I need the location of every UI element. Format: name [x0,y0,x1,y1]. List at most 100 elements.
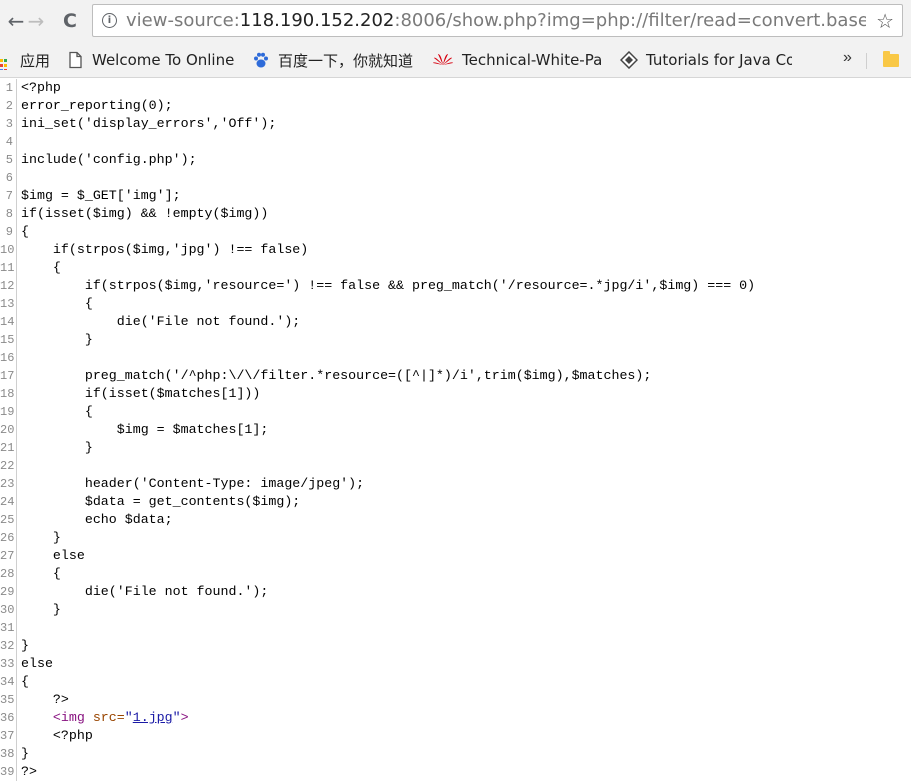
line-number: 18 [0,385,17,403]
line-content: $data = get_contents($img); [21,494,301,509]
line-number: 14 [0,313,17,331]
source-line: 27 else [0,547,911,565]
source-line: 36 <img src="1.jpg"> [0,709,911,727]
source-line: 38} [0,745,911,763]
baidu-paw-icon [252,51,270,69]
address-bar[interactable]: i view-source:118.190.152.202:8006/show.… [92,4,903,37]
line-number: 34 [0,673,17,691]
line-content: } [21,638,29,653]
source-line: 10 if(strpos($img,'jpg') !== false) [0,241,911,259]
source-line: 6 [0,169,911,187]
line-number: 31 [0,619,17,637]
line-content: else [21,548,85,563]
line-content: { [21,260,61,275]
line-number: 28 [0,565,17,583]
bookmark-apps[interactable]: 应用 [0,50,60,70]
source-line: 32} [0,637,911,655]
line-content: die('File not found.'); [21,314,301,329]
line-number: 38 [0,745,17,763]
line-number: 33 [0,655,17,673]
line-content: { [21,674,29,689]
line-number: 13 [0,295,17,313]
source-line: 24 $data = get_contents($img); [0,493,911,511]
bookmark-tutorials[interactable]: Tutorials for Java Co [620,50,792,70]
source-line: 13 { [0,295,911,313]
line-number: 20 [0,421,17,439]
bookmark-label: 百度一下，你就知道 [278,51,414,70]
attribute-quote: " [172,710,181,725]
line-content: } [21,440,93,455]
more-bookmarks-button[interactable]: » [843,49,852,67]
line-content: else [21,656,53,671]
source-line: 26 } [0,529,911,547]
browser-chrome: ← → C i view-source:118.190.152.202:8006… [0,0,911,78]
source-view: 1 <?php 2 error_reporting(0); 3 ini_set('disp… [0,79,911,783]
line-content: } [21,530,61,545]
source-link[interactable]: 1.jpg [133,710,173,725]
line-number: 35 [0,691,17,709]
source-line: 17 preg_match('/^php:\/\/filter.*resourc… [0,367,911,385]
line-content: ini_set('display_errors','Off'); [21,116,277,131]
line-content: die('File not found.'); [21,584,269,599]
line-number: 29 [0,583,17,601]
line-number: 1 [0,79,17,97]
source-line: 11 { [0,259,911,277]
line-number: 26 [0,529,17,547]
line-content: if(strpos($img,'resource=') !== false &&… [21,278,756,293]
line-content: { [21,224,29,239]
source-line: 37 <?php [0,727,911,745]
source-line: 35 ?> [0,691,911,709]
bookmark-star-icon[interactable]: ☆ [876,9,894,33]
line-content: if(isset($matches[1])) [21,386,261,401]
line-content: error_reporting(0); [21,98,173,113]
bookmark-welcome[interactable]: Welcome To Online [66,50,238,70]
source-line: 29 die('File not found.'); [0,583,911,601]
page-icon [66,51,84,69]
apps-grid-icon [0,51,12,70]
source-line: 2 error_reporting(0); [0,97,911,115]
source-line: 3 ini_set('display_errors','Off'); [0,115,911,133]
line-content: header('Content-Type: image/jpeg'); [21,476,365,491]
line-number: 25 [0,511,17,529]
huawei-icon [432,51,454,69]
bookmark-label: Welcome To Online [92,51,235,69]
html-attribute: src= [92,710,125,725]
folder-icon[interactable] [883,51,899,67]
line-number: 7 [0,187,17,205]
html-tag: > [180,710,189,725]
forward-arrow-icon[interactable]: → [24,8,48,34]
browser-toolbar: ← → C i view-source:118.190.152.202:8006… [0,0,911,42]
bookmark-label: Technical-White-Pa [462,51,603,69]
line-content: if(strpos($img,'jpg') !== false) [21,242,309,257]
source-line: 19 { [0,403,911,421]
line-number: 24 [0,493,17,511]
source-line: 12 if(strpos($img,'resource=') !== false… [0,277,911,295]
line-number: 39 [0,763,17,781]
bookmark-baidu[interactable]: 百度一下，你就知道 [252,50,422,70]
bookmark-label: 应用 [20,51,51,70]
line-number: 37 [0,727,17,745]
line-content: if(isset($img) && !empty($img)) [21,206,269,221]
line-content: <img src="1.jpg"> [21,709,189,727]
line-content: } [21,332,93,347]
line-number: 4 [0,133,17,151]
bookmark-technical[interactable]: Technical-White-Pa [432,50,604,70]
diamond-icon [620,50,639,70]
url-text[interactable]: view-source:118.190.152.202:8006/show.ph… [126,11,866,31]
line-content: $img = $matches[1]; [21,422,269,437]
line-number: 3 [0,115,17,133]
source-line: 4 [0,133,911,151]
line-content: } [21,602,61,617]
source-line: 22 [0,457,911,475]
url-path: :8006/show.php?img=php://filter/read=con… [394,11,866,31]
reload-icon[interactable]: C [58,8,82,34]
line-content: <?php [21,80,61,95]
line-content: preg_match('/^php:\/\/filter.*resource=(… [21,368,652,383]
info-icon[interactable]: i [102,13,117,28]
line-number: 10 [0,241,17,259]
source-line: 39 ?> [0,763,911,781]
source-line: 28 { [0,565,911,583]
line-number: 17 [0,367,17,385]
source-line: 18 if(isset($matches[1])) [0,385,911,403]
